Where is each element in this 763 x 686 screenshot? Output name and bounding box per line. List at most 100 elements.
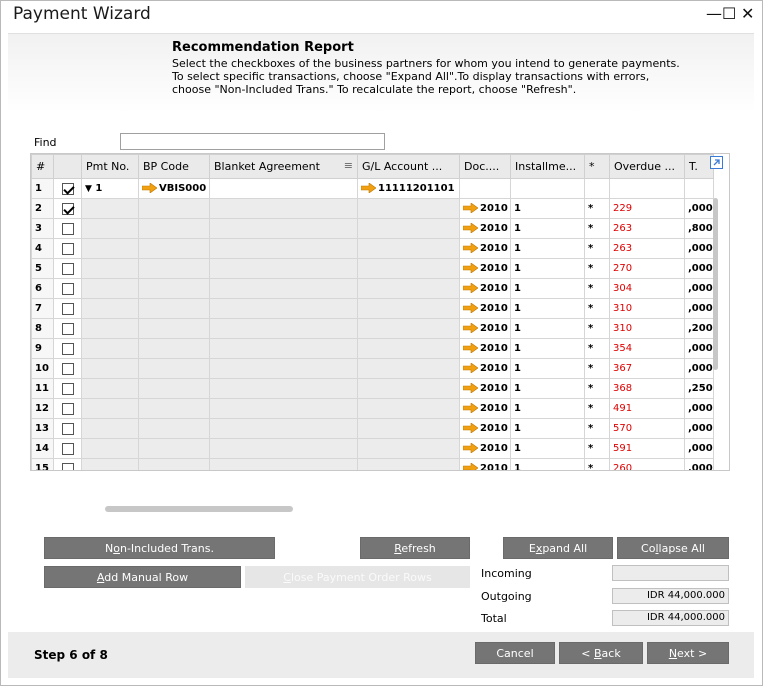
link-arrow-icon[interactable] xyxy=(463,203,478,213)
row-checkbox-cell[interactable] xyxy=(53,418,82,439)
collapse-all-button[interactable]: Collapse All xyxy=(617,537,729,559)
bp-code-cell[interactable]: VBIS000 xyxy=(138,178,210,199)
link-arrow-icon[interactable] xyxy=(463,343,478,353)
col-header-row-number[interactable]: # xyxy=(31,154,54,179)
link-arrow-icon[interactable] xyxy=(463,363,478,373)
link-arrow-icon[interactable] xyxy=(463,323,478,333)
doc-cell[interactable]: 2010 xyxy=(459,318,511,339)
doc-cell[interactable]: 2010 xyxy=(459,438,511,459)
doc-cell[interactable]: 2010 xyxy=(459,398,511,419)
expand-grid-icon[interactable] xyxy=(710,156,723,169)
doc-cell[interactable]: 2010 xyxy=(459,458,511,470)
link-arrow-icon[interactable] xyxy=(361,183,376,193)
table-row[interactable]: 5 2010 1 * 270,000 xyxy=(31,258,714,279)
row-checkbox-cell[interactable] xyxy=(53,198,82,219)
table-row[interactable]: 10 2010 1 * 367,000 xyxy=(31,358,714,379)
link-arrow-icon[interactable] xyxy=(463,303,478,313)
row-checkbox[interactable] xyxy=(61,222,74,235)
row-checkbox-cell[interactable] xyxy=(53,238,82,259)
row-checkbox[interactable] xyxy=(61,342,74,355)
table-row[interactable]: 15 2010 1 * 260,000 xyxy=(31,458,714,470)
row-checkbox-cell[interactable] xyxy=(53,338,82,359)
doc-cell[interactable]: 2010 xyxy=(459,298,511,319)
table-row[interactable]: 1 ▼ 1 VBIS000 11111201101 xyxy=(31,178,714,199)
row-checkbox-cell[interactable] xyxy=(53,218,82,239)
row-checkbox[interactable] xyxy=(61,322,74,335)
row-checkbox[interactable] xyxy=(61,422,74,435)
doc-cell[interactable]: 2010 xyxy=(459,338,511,359)
link-arrow-icon[interactable] xyxy=(463,243,478,253)
row-checkbox[interactable] xyxy=(61,242,74,255)
link-arrow-icon[interactable] xyxy=(463,383,478,393)
row-checkbox[interactable] xyxy=(61,402,74,415)
col-header-pmt-no[interactable]: Pmt No. xyxy=(81,154,139,179)
close-icon[interactable]: ✕ xyxy=(741,4,754,23)
row-checkbox[interactable] xyxy=(61,462,74,470)
link-arrow-icon[interactable] xyxy=(463,463,478,470)
row-checkbox[interactable] xyxy=(61,362,74,375)
col-header-blanket-agreement[interactable]: Blanket Agreement ≡ xyxy=(209,154,358,179)
table-row[interactable]: 13 2010 1 * 570,000 xyxy=(31,418,714,439)
vertical-scrollbar[interactable] xyxy=(713,198,718,370)
gl-account-cell[interactable]: 11111201101 xyxy=(357,178,460,199)
row-checkbox-cell[interactable] xyxy=(53,398,82,419)
doc-cell[interactable]: 2010 xyxy=(459,238,511,259)
non-included-trans-button[interactable]: Non-Included Trans. xyxy=(44,537,275,559)
table-row[interactable]: 8 2010 1 * 310,200 xyxy=(31,318,714,339)
table-row[interactable]: 3 2010 1 * 263,800 xyxy=(31,218,714,239)
doc-cell[interactable]: 2010 xyxy=(459,418,511,439)
column-menu-icon[interactable]: ≡ xyxy=(344,159,353,172)
expand-all-button[interactable]: Expand All xyxy=(503,537,613,559)
row-checkbox[interactable] xyxy=(61,302,74,315)
col-header-bp-code[interactable]: BP Code xyxy=(138,154,210,179)
table-row[interactable]: 9 2010 1 * 354,000 xyxy=(31,338,714,359)
doc-cell[interactable]: 2010 xyxy=(459,378,511,399)
expand-row-icon[interactable]: ▼ xyxy=(85,184,92,194)
row-checkbox-cell[interactable] xyxy=(53,458,82,470)
row-checkbox[interactable] xyxy=(61,182,74,195)
row-checkbox-cell[interactable] xyxy=(53,438,82,459)
link-arrow-icon[interactable] xyxy=(463,283,478,293)
doc-cell[interactable]: 2010 xyxy=(459,278,511,299)
table-row[interactable]: 12 2010 1 * 491,000 xyxy=(31,398,714,419)
horizontal-scrollbar[interactable] xyxy=(105,506,293,512)
col-header-select[interactable] xyxy=(53,154,82,179)
link-arrow-icon[interactable] xyxy=(463,403,478,413)
doc-cell[interactable]: 2010 xyxy=(459,198,511,219)
link-arrow-icon[interactable] xyxy=(463,263,478,273)
col-header-installment[interactable]: Installme... xyxy=(510,154,585,179)
add-manual-row-button[interactable]: Add Manual Row xyxy=(44,566,241,588)
close-payment-order-rows-button[interactable]: Close Payment Order Rows xyxy=(245,566,470,588)
pmt-no-cell[interactable]: ▼ 1 xyxy=(81,178,139,199)
back-button[interactable]: < Back xyxy=(559,642,643,664)
row-checkbox-cell[interactable] xyxy=(53,258,82,279)
table-row[interactable]: 6 2010 1 * 304,000 xyxy=(31,278,714,299)
col-header-overdue[interactable]: Overdue ... xyxy=(609,154,685,179)
row-checkbox-cell[interactable] xyxy=(53,378,82,399)
cancel-button[interactable]: Cancel xyxy=(475,642,555,664)
col-header-gl-account[interactable]: G/L Account ... xyxy=(357,154,460,179)
link-arrow-icon[interactable] xyxy=(463,443,478,453)
blanket-agreement-cell[interactable] xyxy=(209,178,358,199)
col-header-doc[interactable]: Doc.... xyxy=(459,154,511,179)
row-checkbox[interactable] xyxy=(61,262,74,275)
doc-cell[interactable]: 2010 xyxy=(459,358,511,379)
next-button[interactable]: Next > xyxy=(647,642,729,664)
doc-cell[interactable]: 2010 xyxy=(459,258,511,279)
row-checkbox[interactable] xyxy=(61,202,74,215)
row-checkbox[interactable] xyxy=(61,442,74,455)
table-row[interactable]: 7 2010 1 * 310,000 xyxy=(31,298,714,319)
link-arrow-icon[interactable] xyxy=(463,223,478,233)
row-checkbox[interactable] xyxy=(61,282,74,295)
table-row[interactable]: 14 2010 1 * 591,000 xyxy=(31,438,714,459)
minimize-icon[interactable]: — xyxy=(706,4,722,23)
row-checkbox-cell[interactable] xyxy=(53,178,82,199)
link-arrow-icon[interactable] xyxy=(463,423,478,433)
link-arrow-icon[interactable] xyxy=(142,183,157,193)
row-checkbox-cell[interactable] xyxy=(53,278,82,299)
find-input[interactable] xyxy=(120,133,385,150)
row-checkbox-cell[interactable] xyxy=(53,358,82,379)
table-row[interactable]: 2 2010 1 * 229,000 xyxy=(31,198,714,219)
table-row[interactable]: 11 2010 1 * 368,250 xyxy=(31,378,714,399)
doc-cell[interactable]: 2010 xyxy=(459,218,511,239)
